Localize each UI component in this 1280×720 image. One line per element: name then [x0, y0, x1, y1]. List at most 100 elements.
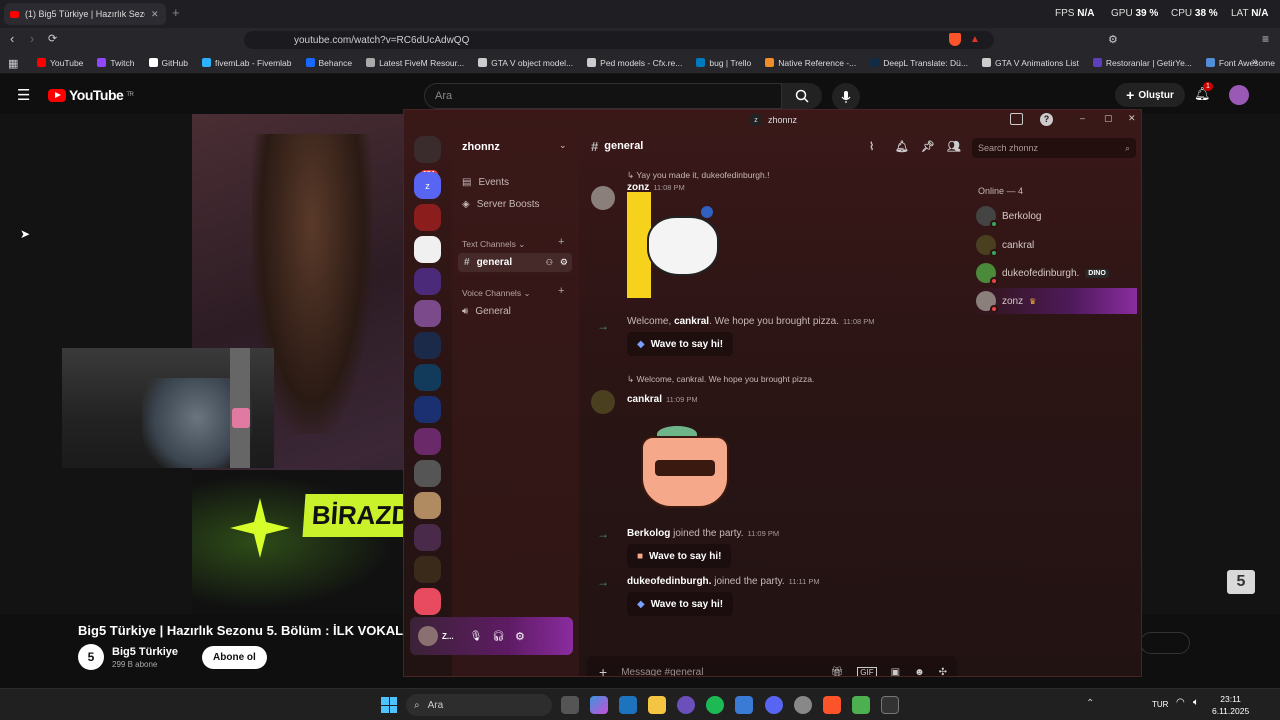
app-icon[interactable] — [619, 696, 637, 714]
user-avatar[interactable] — [418, 626, 438, 646]
bookmark-item[interactable]: bug | Trello — [689, 58, 758, 68]
emoji-icon[interactable]: ☻ — [914, 667, 925, 677]
channel-general[interactable]: # general ⚇ ⚙ — [458, 253, 572, 272]
bookmark-item[interactable]: Font Awesome — [1199, 58, 1280, 68]
app-icon[interactable] — [735, 696, 753, 714]
server-icon[interactable] — [414, 332, 441, 359]
minimize-icon[interactable]: – — [1080, 113, 1085, 123]
wave-button[interactable]: ◆ Wave to say hi! — [627, 592, 734, 616]
file-explorer-icon[interactable] — [648, 696, 666, 714]
invite-icon[interactable]: ⚇ — [546, 258, 553, 267]
server-icon[interactable] — [414, 396, 441, 423]
server-icon[interactable] — [414, 460, 441, 487]
gift-icon[interactable]: 🎁︎ — [831, 667, 844, 677]
inbox-icon[interactable] — [1010, 113, 1023, 125]
app-icon[interactable] — [794, 696, 812, 714]
close-icon[interactable]: ✕ — [1128, 113, 1136, 124]
app-icon[interactable] — [677, 696, 695, 714]
spotify-icon[interactable] — [706, 696, 724, 714]
bookmark-item[interactable]: GTA V object model... — [471, 58, 580, 68]
add-attachment-icon[interactable]: + — [599, 664, 607, 676]
back-icon[interactable]: ‹ — [10, 31, 14, 46]
notifications-button[interactable]: 🔔︎ 1 — [1194, 82, 1213, 102]
voice-channels-category[interactable]: Voice Channels ⌄ — [462, 288, 531, 299]
server-icon[interactable] — [414, 236, 441, 263]
bookmark-item[interactable]: GitHub — [142, 58, 195, 68]
task-view-icon[interactable] — [561, 696, 579, 714]
terminal-icon[interactable] — [881, 696, 899, 714]
voice-channel-general[interactable]: 🔊︎ General — [462, 306, 511, 317]
copilot-icon[interactable] — [590, 696, 608, 714]
channel-name[interactable]: Big5 Türkiye — [112, 646, 178, 658]
events-item[interactable]: ▤ Events — [462, 177, 509, 188]
server-boosts-item[interactable]: ◈ Server Boosts — [462, 199, 540, 210]
server-search-input[interactable]: Search zhonnz ⌕ — [972, 138, 1136, 158]
brave-icon[interactable] — [823, 696, 841, 714]
wave-button[interactable]: ■ Wave to say hi! — [627, 544, 732, 568]
message-avatar[interactable] — [591, 390, 615, 414]
bookmark-item[interactable]: YouTube — [30, 58, 90, 68]
channel-avatar[interactable]: 5 — [78, 644, 104, 670]
create-button[interactable]: + Oluştur — [1115, 83, 1185, 107]
start-button[interactable] — [381, 697, 397, 713]
message-avatar[interactable] — [591, 186, 615, 210]
extensions-icon[interactable]: ⚙ — [1108, 33, 1118, 46]
taskbar-search[interactable]: ⌕ Ara — [406, 694, 552, 716]
member-row[interactable]: zonz ♛ — [972, 288, 1137, 314]
url-input[interactable]: youtube.com/watch?v=RC6dUcAdwQQ — [244, 31, 994, 49]
youtube-search-button[interactable] — [782, 83, 822, 109]
brave-shield-icon[interactable] — [949, 33, 961, 46]
server-icon[interactable] — [414, 556, 441, 583]
voice-search-button[interactable] — [832, 83, 860, 111]
member-row[interactable]: Berkolog — [972, 203, 1137, 229]
server-icon[interactable] — [414, 300, 441, 327]
server-icon[interactable] — [414, 428, 441, 455]
guild-name[interactable]: zhonnz — [462, 141, 500, 153]
hamburger-menu-icon[interactable]: ☰ — [17, 86, 30, 104]
channel-settings-icon[interactable]: ⚙ — [560, 257, 568, 268]
maximize-icon[interactable]: ▢ — [1104, 113, 1113, 124]
add-channel-icon[interactable]: + — [558, 236, 564, 248]
bookmark-item[interactable]: Native Reference -... — [758, 58, 863, 68]
bookmark-item[interactable]: DeepL Translate: Dü... — [863, 58, 975, 68]
apps-icon[interactable]: ✣ — [939, 667, 947, 677]
chevron-down-icon[interactable]: ⌄ — [559, 140, 567, 151]
server-icon[interactable] — [414, 588, 441, 615]
server-zhonnz-icon[interactable]: z — [414, 172, 441, 199]
server-icon[interactable] — [414, 364, 441, 391]
sticker-icon[interactable]: ▣ — [891, 667, 900, 677]
subscribe-button[interactable]: Abone ol — [202, 645, 267, 669]
apps-grid-icon[interactable]: ▦ — [8, 57, 18, 70]
browser-tab[interactable]: (1) Big5 Türkiye | Hazırlık Sezonu ✕ — [4, 3, 166, 25]
server-icon[interactable] — [414, 524, 441, 551]
bookmark-item[interactable]: GTA V Animations List — [975, 58, 1086, 68]
discord-taskbar-icon[interactable] — [765, 696, 783, 714]
account-avatar[interactable] — [1229, 85, 1249, 105]
bookmark-item[interactable]: Twitch — [90, 58, 141, 68]
wave-button[interactable]: ◆ Wave to say hi! — [627, 332, 734, 356]
youtube-logo[interactable]: YouTube TR — [48, 87, 134, 103]
message-input[interactable]: + Message #general 🎁︎ GIF ▣ ☻ ✣ — [587, 656, 957, 677]
reload-icon[interactable]: ⟳ — [48, 32, 57, 45]
clock[interactable]: 23:11 6.11.2025 — [1212, 693, 1249, 717]
bookmark-item[interactable]: Behance — [299, 58, 360, 68]
bookmark-item[interactable]: Latest FiveM Resour... — [359, 58, 471, 68]
bookmark-item[interactable]: fivemLab - Fivemlab — [195, 58, 299, 68]
notification-bell-icon[interactable]: 🔔︎ — [895, 140, 909, 153]
add-voice-channel-icon[interactable]: + — [558, 285, 564, 297]
headphones-icon[interactable]: 🎧︎ — [492, 631, 505, 642]
new-tab-icon[interactable]: + — [172, 5, 180, 20]
menu-icon[interactable]: ≡ — [1262, 32, 1269, 46]
threads-icon[interactable]: ⌇ — [869, 140, 874, 153]
pin-icon[interactable]: 📌︎ — [921, 140, 935, 153]
user-settings-icon[interactable]: ⚙ — [515, 630, 525, 643]
tray-chevron-icon[interactable]: ⌃ — [1086, 698, 1094, 709]
bookmark-item[interactable]: Ped models - Cfx.re... — [580, 58, 689, 68]
language-indicator[interactable]: TUR — [1152, 700, 1168, 709]
microphone-icon[interactable]: 🎙︎ — [470, 631, 483, 642]
server-icon[interactable] — [414, 268, 441, 295]
more-bookmarks-icon[interactable]: » — [1252, 56, 1258, 68]
server-icon[interactable] — [414, 492, 441, 519]
member-list-icon[interactable]: 👥︎ — [947, 140, 961, 153]
direct-messages-icon[interactable] — [414, 136, 441, 163]
